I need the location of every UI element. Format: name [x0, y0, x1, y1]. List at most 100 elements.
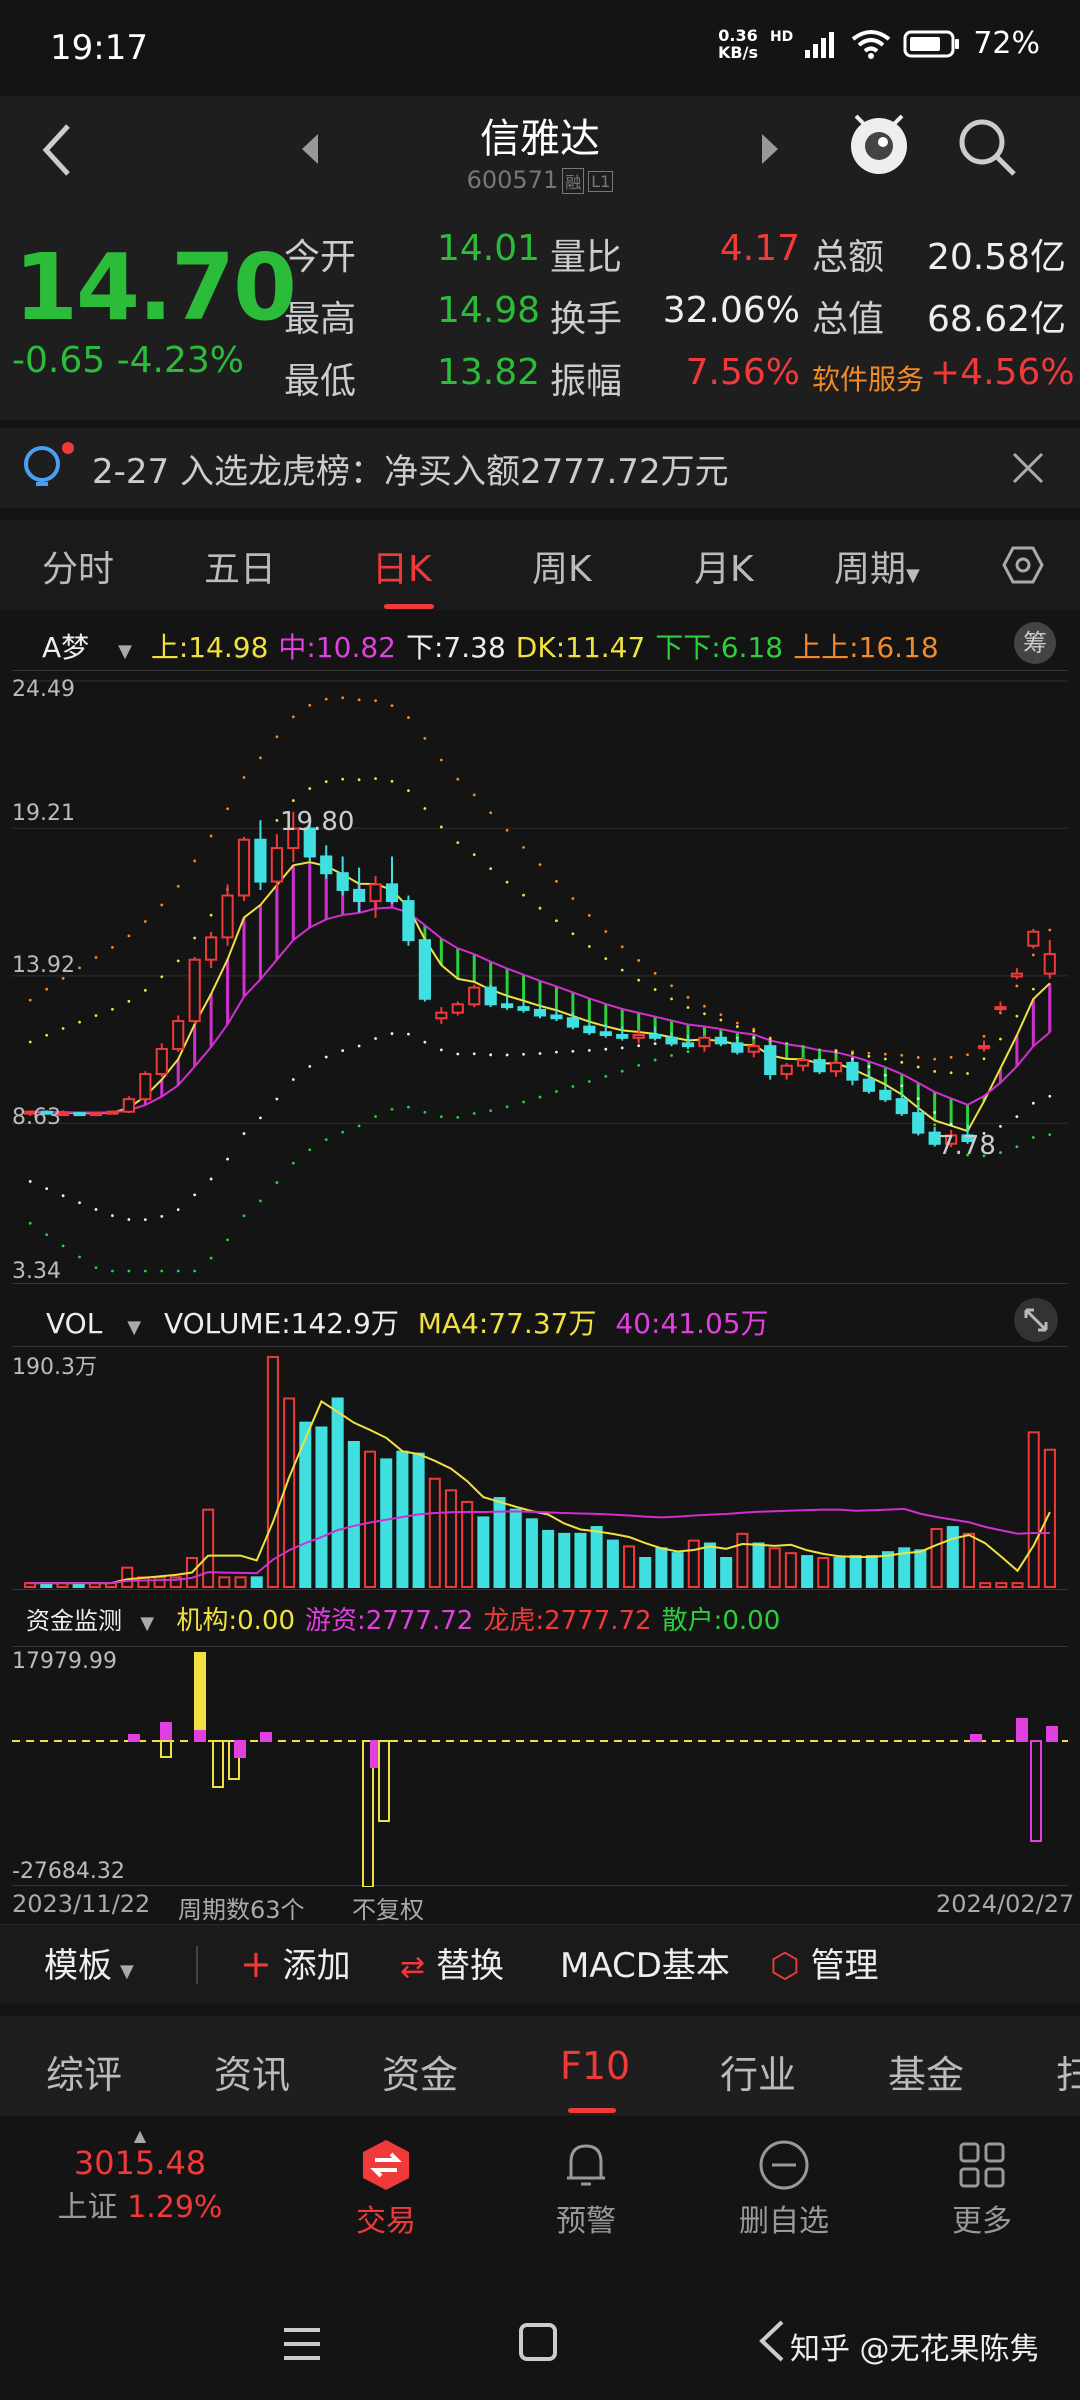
- lower-lower-dot: [489, 1109, 493, 1113]
- lower-lower-dot: [1048, 1133, 1052, 1137]
- tab-f10[interactable]: F10: [560, 2044, 630, 2088]
- tab-monthly-k[interactable]: 月K: [694, 540, 754, 592]
- fund-indicator-name[interactable]: 资金监测: [26, 1607, 122, 1635]
- chip-button[interactable]: 筹: [1014, 622, 1056, 664]
- tab-intraday[interactable]: 分时: [42, 540, 114, 592]
- lower-dot: [949, 1122, 953, 1126]
- caret-up-icon: ▲: [133, 2126, 147, 2145]
- upper-dot: [686, 1006, 690, 1009]
- nav-alert-label: 预警: [556, 2204, 616, 2239]
- notice-text: 2-27 入选龙虎榜：净买入额2777.72万元: [92, 452, 729, 492]
- upper-upper-dot: [78, 966, 81, 970]
- volume-bar: [865, 1555, 878, 1588]
- sector-label[interactable]: 软件服务: [812, 358, 924, 398]
- nav-more[interactable]: 更多: [912, 2138, 1052, 2240]
- nav-remove-watchlist[interactable]: 删自选: [714, 2138, 854, 2240]
- candle-body: [714, 1036, 727, 1045]
- expand-icon[interactable]: [1012, 1296, 1060, 1344]
- volume-bar: [121, 1566, 134, 1589]
- candle-body: [385, 883, 399, 903]
- tab-weekly-k[interactable]: 周K: [532, 540, 592, 592]
- nav-alert[interactable]: 预警: [516, 2138, 656, 2240]
- active-tab-indicator: [384, 604, 434, 609]
- chevron-down-icon[interactable]: ▼: [127, 1317, 141, 1338]
- volume-bar: [412, 1452, 425, 1588]
- upper-dot: [505, 880, 509, 884]
- candle-body: [172, 1020, 185, 1050]
- settings-hexagon-icon[interactable]: [1002, 544, 1044, 586]
- fund-y-min: -27684.32: [12, 1859, 125, 1884]
- candle-body: [501, 1003, 514, 1009]
- upper-dot: [735, 1025, 739, 1028]
- volume-chart[interactable]: 190.3万: [12, 1346, 1068, 1590]
- tab-more-clipped[interactable]: 扫: [1056, 2044, 1080, 2099]
- lower-lower-dot: [143, 1269, 147, 1273]
- tab-period[interactable]: 周期▼: [834, 540, 920, 592]
- search-icon[interactable]: [956, 116, 1018, 178]
- next-stock-icon[interactable]: [758, 132, 782, 166]
- fund-item: 机构:0.00: [176, 1606, 296, 1636]
- candle-body: [681, 1042, 695, 1048]
- turnover-rate-value: 32.06%: [662, 290, 800, 331]
- index-widget[interactable]: ▲ 3015.48 上证 1.29%: [40, 2128, 240, 2226]
- lower-dot: [999, 1124, 1002, 1128]
- upper-dot: [324, 780, 328, 784]
- vol-indicator-name[interactable]: VOL: [46, 1307, 102, 1340]
- lower-dot: [111, 1214, 114, 1218]
- volume-bar: [833, 1557, 846, 1588]
- candle-body: [583, 1025, 596, 1034]
- upper-upper-dot: [341, 696, 345, 700]
- upper-dot: [291, 799, 295, 802]
- lower-dot: [193, 1193, 197, 1197]
- tab-five-day[interactable]: 五日: [204, 540, 276, 592]
- turnover-amount-label: 总额: [812, 237, 885, 278]
- main-indicator-name[interactable]: A梦: [42, 631, 89, 664]
- status-icons: 0.36 KB/s HD 72%: [718, 26, 1040, 61]
- kline-chart[interactable]: 24.49 19.21 13.92 8.63 3.34 19.80 7.78: [12, 670, 1068, 1284]
- candle-body: [599, 1031, 612, 1036]
- upper-dot: [28, 1040, 32, 1044]
- close-icon[interactable]: [1010, 450, 1046, 486]
- add-button[interactable]: + 添加: [240, 1938, 351, 1987]
- nav-trade[interactable]: 交易: [316, 2138, 456, 2240]
- candle-body: [221, 894, 234, 939]
- macd-button[interactable]: MACD基本: [560, 1938, 730, 1987]
- chevron-down-icon[interactable]: ▼: [118, 641, 132, 662]
- upper-dot: [357, 778, 361, 782]
- upper-dot: [308, 787, 312, 790]
- replace-button[interactable]: ⇄ 替换: [400, 1938, 504, 1987]
- upper-dot: [670, 997, 673, 1001]
- candle-body: [468, 986, 481, 1006]
- fund-chart[interactable]: 17979.99 -27684.32: [12, 1646, 1068, 1887]
- adjust-mode[interactable]: 不复权: [352, 1890, 424, 1925]
- back-nav-icon[interactable]: [756, 2318, 786, 2364]
- tab-funds[interactable]: 资金: [382, 2044, 458, 2099]
- template-button[interactable]: 模板 ▼: [44, 1938, 134, 1987]
- dragon-tiger-notice[interactable]: 2-27 入选龙虎榜：净买入额2777.72万元: [0, 428, 1080, 508]
- chevron-down-icon[interactable]: ▼: [140, 1613, 154, 1634]
- upper-upper-dot: [143, 920, 147, 923]
- menu-icon[interactable]: [282, 2326, 322, 2362]
- upper-upper-dot: [456, 777, 460, 781]
- volume-bar: [639, 1557, 652, 1588]
- upper-dot: [176, 959, 180, 963]
- manage-button[interactable]: ⬡ 管理: [770, 1938, 879, 1987]
- home-icon[interactable]: [518, 2322, 558, 2362]
- bulb-icon: [24, 442, 74, 486]
- upper-dot: [407, 789, 410, 793]
- net-speed: 0.36 KB/s: [718, 27, 758, 61]
- sector-change[interactable]: +4.56%: [930, 352, 1075, 393]
- volume-bar: [444, 1489, 457, 1588]
- lower-dot: [28, 1180, 32, 1183]
- nav-trade-label: 交易: [356, 2204, 416, 2239]
- upper-dot: [456, 841, 460, 845]
- y-label-top: 24.49: [12, 677, 75, 702]
- assistant-icon[interactable]: [848, 110, 910, 176]
- tab-news[interactable]: 资讯: [214, 2044, 290, 2099]
- tab-industry[interactable]: 行业: [720, 2044, 796, 2099]
- upper-upper-dot: [407, 716, 410, 719]
- tab-fund[interactable]: 基金: [888, 2044, 964, 2099]
- upper-dot: [587, 945, 591, 948]
- tab-overview[interactable]: 综评: [46, 2044, 122, 2099]
- tab-daily-k[interactable]: 日K: [372, 540, 432, 592]
